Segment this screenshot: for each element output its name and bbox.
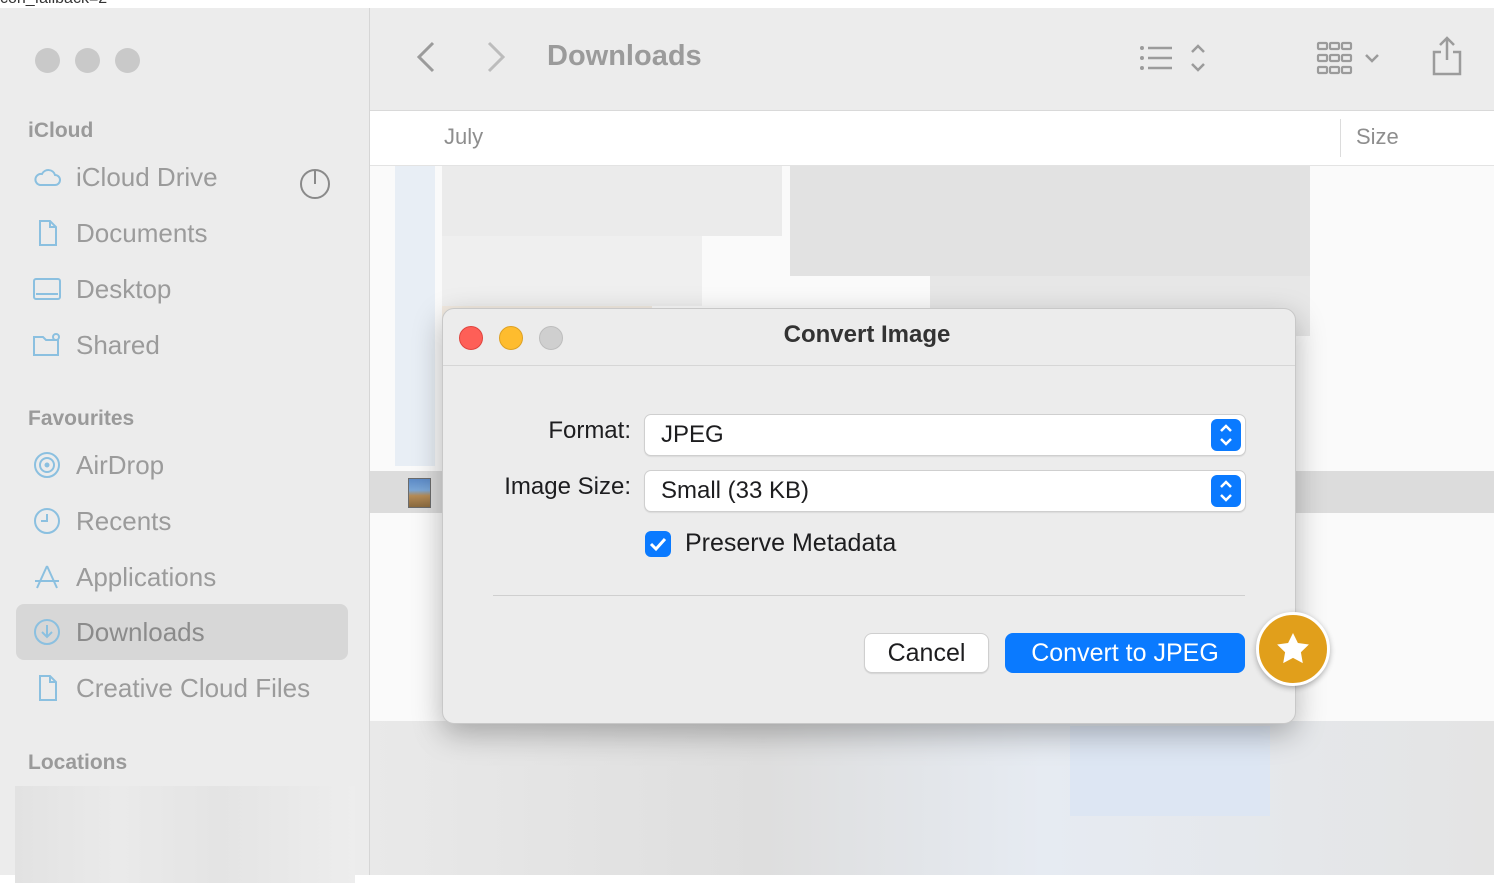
sidebar-item-airdrop[interactable]: AirDrop [16,437,348,493]
airdrop-icon [34,452,60,478]
finder-toolbar: Downloads [370,8,1494,111]
image-size-popup[interactable]: Small (33 KB) [644,470,1246,512]
sidebar-section-favourites: Favourites [28,407,135,430]
image-size-value: Small (33 KB) [661,477,810,504]
cancel-button[interactable]: Cancel [864,633,989,673]
image-file-thumbnail[interactable] [408,478,431,508]
dialog-titlebar: Convert Image [443,309,1295,366]
image-size-label: Image Size: [504,473,631,500]
window-minimize-button[interactable] [75,48,100,73]
sidebar-item-creative-cloud-files[interactable]: Creative Cloud Files [16,660,348,716]
background-window-text: con_fallback=2 [0,0,107,8]
shared-folder-icon [33,333,60,356]
sidebar-section-icloud: iCloud [28,119,94,142]
sidebar-item-label: Shared [76,330,160,360]
sidebar-item-desktop[interactable]: Desktop [16,261,348,317]
sidebar-item-label: AirDrop [76,450,165,480]
popup-stepper-icon [1211,475,1241,507]
blurred-region [370,721,1494,875]
finder-sidebar: iCloud iCloud Drive Documents Desktop Sh… [0,8,370,883]
sidebar-section-locations: Locations [28,751,128,774]
download-icon [34,619,60,645]
list-view-sort-icon[interactable] [1138,42,1208,74]
sidebar-item-downloads[interactable]: Downloads [16,604,348,660]
cloud-icon [34,169,61,186]
blurred-region [395,166,435,466]
icloud-storage-progress-icon[interactable] [299,168,331,200]
share-icon[interactable] [1430,34,1464,78]
list-column-header: July Size [370,111,1494,166]
format-popup[interactable]: JPEG [644,414,1246,456]
star-icon [1277,633,1309,664]
convert-button[interactable]: Convert to JPEG [1005,633,1245,673]
convert-image-dialog: Convert Image Format: JPEG Image Size: S… [442,308,1296,724]
dialog-divider [493,595,1245,596]
group-by-grid-icon[interactable] [1316,40,1382,76]
format-label: Format: [548,417,631,444]
column-separator[interactable] [1340,119,1341,157]
window-close-button[interactable] [35,48,60,73]
sidebar-item-label: Creative Cloud Files [76,673,311,703]
document-icon [39,220,57,246]
blurred-region [442,236,702,306]
dialog-title: Convert Image [783,321,951,348]
window-zoom-button[interactable] [115,48,140,73]
popup-stepper-icon [1211,419,1241,451]
desktop-icon [33,278,61,300]
window-title: Downloads [547,40,702,72]
sidebar-item-shared[interactable]: Shared [16,317,348,373]
preserve-metadata-checkbox[interactable] [645,531,671,557]
blurred-region [790,166,1310,276]
sidebar-item-label: Downloads [76,617,205,647]
sidebar-item-label: Applications [76,562,217,592]
column-header-name[interactable]: July [444,124,483,150]
sidebar-item-recents[interactable]: Recents [16,493,348,549]
column-header-size[interactable]: Size [1356,124,1399,150]
blurred-locations-list [15,786,355,883]
blurred-region [442,166,782,236]
sidebar-item-label: Documents [76,218,208,248]
forward-chevron-icon[interactable] [484,40,508,74]
format-value: JPEG [661,421,724,448]
sidebar-item-label: Desktop [76,274,172,304]
star-badge[interactable] [1256,612,1330,686]
file-icon [39,675,57,701]
blurred-region [1070,726,1270,816]
applications-icon [35,565,59,589]
back-chevron-icon[interactable] [414,40,438,74]
sidebar-item-applications[interactable]: Applications [16,549,348,605]
sidebar-item-documents[interactable]: Documents [16,205,348,261]
clock-icon [34,508,60,534]
sidebar-item-label: Recents [76,506,172,536]
preserve-metadata-label[interactable]: Preserve Metadata [685,529,896,558]
sidebar-item-label: iCloud Drive [76,162,218,192]
